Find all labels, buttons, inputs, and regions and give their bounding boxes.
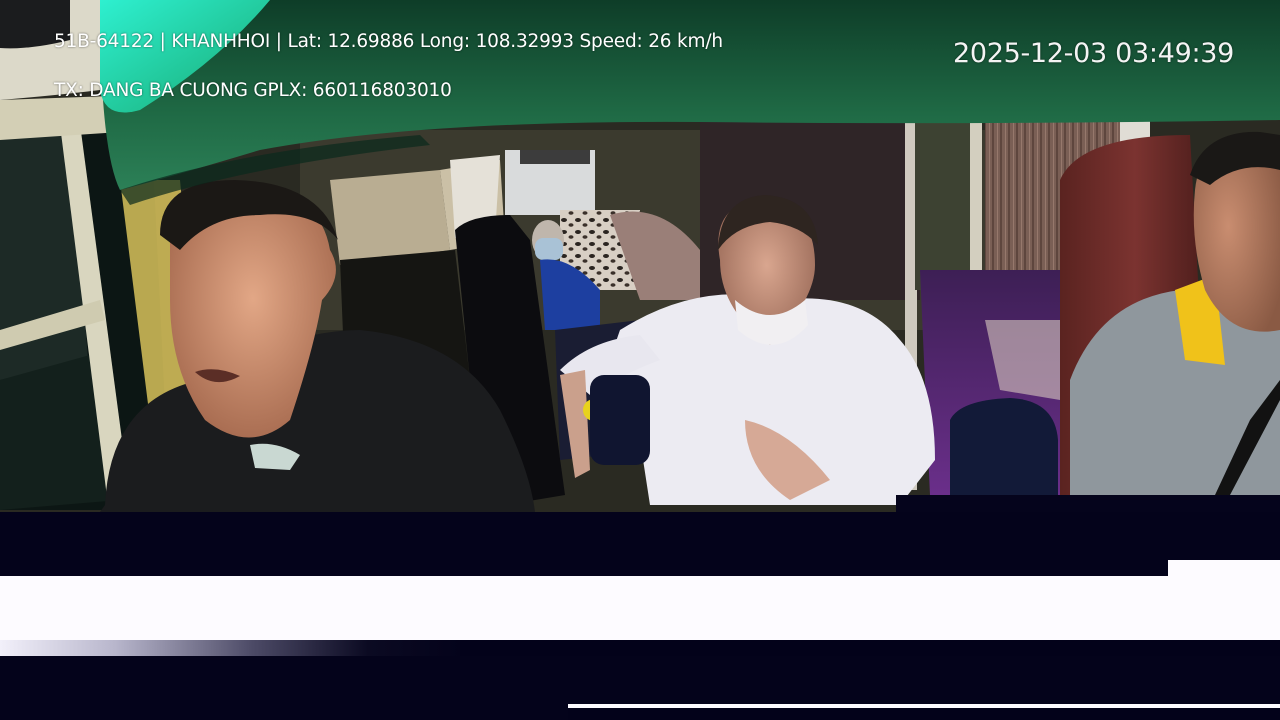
- letterbox-band-sliver: [568, 704, 1280, 720]
- letterbox-band-light-notch: [1168, 560, 1280, 576]
- bus-interior-scene: [0, 0, 1280, 512]
- driver-info-overlay: TX: DANG BA CUONG GPLX: 660116803010: [54, 80, 452, 101]
- timestamp-overlay: 2025-12-03 03:49:39: [952, 38, 1234, 69]
- camera-image: 51B-64122 | KHANHHOI | Lat: 12.69886 Lon…: [0, 0, 1280, 512]
- letterbox-band-dark: [0, 512, 1280, 576]
- letterbox-band-gradient: [0, 640, 460, 656]
- letterbox-band-light: [0, 576, 1280, 640]
- vehicle-info-overlay: 51B-64122 | KHANHHOI | Lat: 12.69886 Lon…: [54, 31, 723, 52]
- dashcam-frame: 51B-64122 | KHANHHOI | Lat: 12.69886 Lon…: [0, 0, 1280, 720]
- bag: [950, 398, 1058, 495]
